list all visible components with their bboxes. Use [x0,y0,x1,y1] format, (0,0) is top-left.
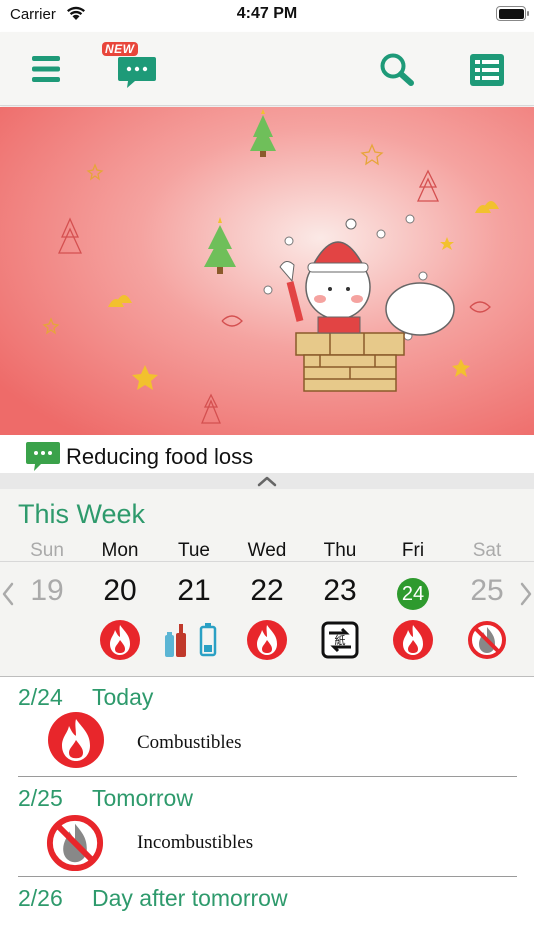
week-calendar: This Week Sun Mon Tue Wed Thu Fri Sat 19… [0,489,534,677]
schedule-date: 2/25 [18,785,63,811]
date-cell[interactable]: 21 [164,574,224,608]
combustibles-fire-icon [247,620,287,660]
news-headline[interactable]: Reducing food loss [66,444,253,470]
menu-button[interactable] [30,54,62,89]
clock: 4:47 PM [236,5,298,22]
date-cell[interactable]: 20 [90,574,150,608]
day-name: Wed [247,540,287,561]
incombustibles-icon [468,621,506,659]
combustibles-fire-icon [100,620,140,660]
hamburger-menu-icon [32,56,60,82]
combustibles-fire-icon [48,712,104,768]
combustibles-fire-icon [393,620,433,660]
chat-bubble-icon [118,57,156,88]
week-title: This Week [18,499,146,529]
collapse-handle[interactable] [0,473,534,489]
chevron-up-icon [257,476,277,487]
chimney [295,332,405,392]
status-bar: Carrier 4:47 PM [0,0,534,32]
next-week-arrow-icon[interactable] [518,581,534,607]
schedule-day-label: Today [92,684,154,710]
recycle-paper-icon: 紙 [321,621,359,659]
day-name: Thu [323,540,357,561]
app-toolbar: NEW [0,32,534,106]
seasonal-banner[interactable] [0,107,534,435]
svg-text:紙: 紙 [335,633,346,647]
chat-bubble-icon [26,442,60,471]
schedule-date: 2/26 [18,885,63,911]
schedule-item[interactable]: Combustibles [137,732,242,754]
day-name: Fri [401,540,425,561]
divider [18,876,517,877]
messages-button[interactable]: NEW [100,42,160,92]
list-view-button[interactable] [470,54,504,91]
previous-week-arrow-icon[interactable] [0,581,16,607]
today-date-cell[interactable]: 24 [397,578,429,610]
new-badge: NEW [102,42,138,56]
christmas-banner-illustration [0,107,534,435]
incombustibles-icon [46,814,104,872]
schedule-day-label: Tomorrow [92,785,193,811]
battery-icon [496,6,529,21]
news-ticker[interactable]: Reducing food loss [0,436,534,474]
date-cell[interactable]: 19 [17,574,77,608]
day-name: Sat [472,540,502,561]
day-name: Mon [101,540,139,561]
day-name: Sun [30,540,64,561]
search-icon [380,53,414,86]
date-cell[interactable]: 23 [310,574,370,608]
divider [0,561,534,562]
day-name: Tue [177,540,211,561]
list-icon [470,54,504,86]
schedule-day-label: Day after tomorrow [92,885,288,911]
divider [18,776,517,777]
date-cell[interactable]: 22 [237,574,297,608]
search-button[interactable] [378,52,416,93]
bottles-battery-icon [165,623,217,657]
schedule-item[interactable]: Incombustibles [137,832,253,854]
schedule-date: 2/24 [18,684,63,710]
date-cell[interactable]: 25 [457,574,517,608]
